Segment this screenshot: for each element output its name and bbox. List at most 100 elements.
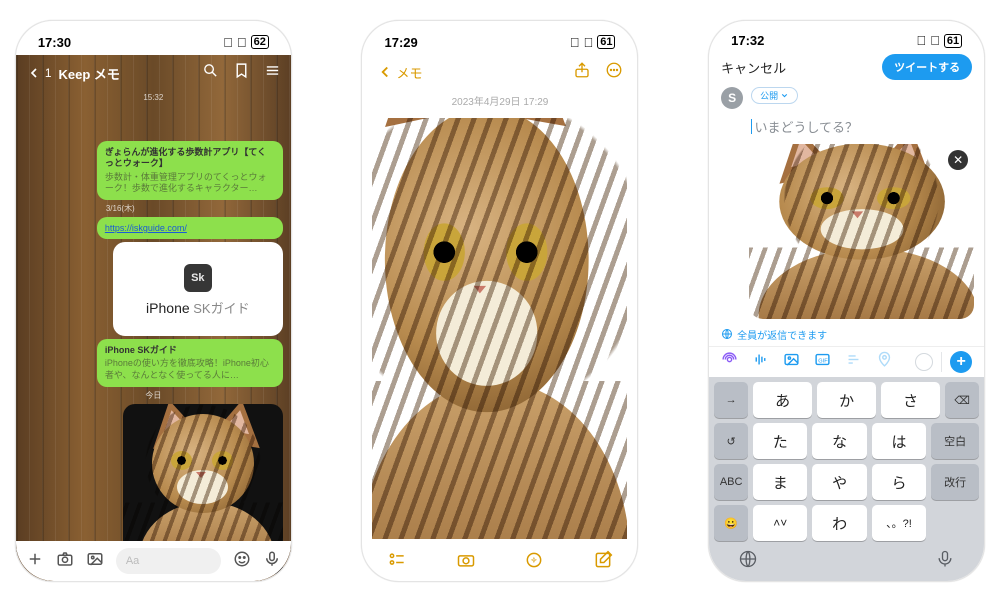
lp-badge-icon: Sk (184, 264, 212, 292)
back-button[interactable]: メモ (376, 63, 422, 82)
bookmark-icon[interactable] (233, 62, 250, 84)
back-label: メモ (396, 63, 422, 82)
battery-icon: 61 (944, 34, 962, 48)
chat-date: 今日 (16, 390, 291, 401)
avatar[interactable]: S (721, 87, 743, 109)
char-count-ring-icon (915, 353, 933, 371)
battery-icon: 61 (597, 35, 615, 49)
note-date: 2023年4月29日 17:29 (362, 93, 637, 108)
status-bar: 17:29 􀙇 􀙈 61 (362, 21, 637, 55)
wifi-icon: 􀙈 (583, 35, 593, 50)
plus-icon[interactable] (26, 550, 44, 573)
key[interactable]: わ (812, 505, 866, 541)
status-bar: 17:32 􀙇 􀙈 61 (709, 21, 984, 52)
keyboard: → あ か さ ⌫ ↺ た な は 空白 ABC ま や ら 改行 😀 ˄˅ わ… (709, 377, 984, 581)
menu-icon[interactable] (264, 62, 281, 84)
more-icon[interactable] (605, 61, 623, 84)
cancel-button[interactable]: キャンセル (721, 58, 786, 77)
compose-toolbar: GIF + (709, 346, 984, 377)
key[interactable]: や (812, 464, 866, 500)
msg-link[interactable]: https://iskguide.com/ (105, 223, 187, 233)
key[interactable]: は (872, 423, 926, 459)
chat-header: 1 Keep メモ (16, 55, 291, 91)
key[interactable]: あ (753, 382, 812, 418)
notes-toolbar (362, 543, 637, 581)
key-emoji[interactable]: 😀 (714, 505, 748, 541)
message-bubble[interactable]: iPhone SKガイド iPhoneの使い方を徹底攻略！iPhone初心者や、… (97, 339, 283, 387)
key[interactable]: 、。?! (872, 505, 926, 541)
compose-placeholder: いまどうしてる？ (754, 120, 858, 135)
key[interactable]: ˄˅ (753, 505, 807, 541)
key[interactable]: た (753, 423, 807, 459)
poll-icon[interactable] (845, 351, 862, 373)
prev-time: 15:32 (16, 93, 291, 102)
gallery-icon[interactable] (86, 550, 104, 573)
link-preview[interactable]: Sk iPhone SKガイド (113, 242, 283, 336)
message-input[interactable]: Aa (116, 548, 221, 574)
message-bubble[interactable]: https://iskguide.com/ (97, 217, 283, 239)
wifi-icon: 􀙈 (237, 35, 247, 50)
key[interactable]: か (817, 382, 876, 418)
msg-desc: 歩数計・体重管理アプリのてくっとウォーク！歩数で進化するキャラクター… (105, 172, 275, 195)
phone-line: 17:30 􀙇 􀙈 62 1 Keep メモ 15:32 ぎょらんが進化する歩数… (15, 20, 292, 582)
back-button[interactable]: 1 Keep メモ (26, 64, 120, 83)
note-image[interactable] (372, 118, 627, 539)
share-icon[interactable] (573, 61, 591, 84)
search-icon[interactable] (202, 62, 219, 84)
voice-icon[interactable] (752, 351, 769, 373)
image-icon[interactable] (783, 351, 800, 373)
signal-icon: 􀙇 (223, 35, 233, 50)
key-delete[interactable]: ⌫ (945, 382, 979, 418)
status-bar: 17:30 􀙇 􀙈 62 (16, 21, 291, 55)
signal-icon: 􀙇 (570, 35, 580, 50)
message-bubble[interactable]: ぎょらんが進化する歩数計アプリ【てくっとウォーク】 歩数計・体重管理アプリのてく… (97, 141, 283, 200)
phone-twitter: 17:32 􀙇 􀙈 61 キャンセル ツイートする S 公開 いまどうしてる？ … (708, 20, 985, 582)
chat-body: 1 Keep メモ 15:32 ぎょらんが進化する歩数計アプリ【てくっとウォーク… (16, 55, 291, 581)
add-tweet-button[interactable]: + (950, 351, 972, 373)
gif-icon[interactable]: GIF (814, 351, 831, 373)
key-next[interactable]: → (714, 382, 748, 418)
tweet-button[interactable]: ツイートする (882, 54, 972, 80)
reply-setting[interactable]: 全員が返信できます (721, 327, 972, 342)
key[interactable]: さ (881, 382, 940, 418)
camera-icon[interactable] (456, 550, 476, 575)
signal-icon: 􀙇 (916, 33, 926, 48)
chat-date: 3/16(木) (106, 203, 291, 214)
mic-icon[interactable] (263, 550, 281, 573)
wifi-icon: 􀙈 (930, 33, 940, 48)
location-icon[interactable] (876, 351, 893, 373)
svg-text:GIF: GIF (818, 358, 828, 364)
battery-icon: 62 (251, 35, 269, 49)
attached-image[interactable]: ✕ (749, 144, 974, 319)
key-space[interactable]: 空白 (931, 423, 979, 459)
key-abc[interactable]: ABC (714, 464, 748, 500)
compose-icon[interactable] (593, 550, 613, 575)
key[interactable]: ま (753, 464, 807, 500)
remove-image-icon[interactable]: ✕ (948, 150, 968, 170)
clock: 17:32 (731, 33, 764, 48)
key-return[interactable]: 改行 (931, 464, 979, 500)
emoji-icon[interactable] (233, 550, 251, 573)
compose-nav: キャンセル ツイートする (709, 52, 984, 82)
key[interactable]: な (812, 423, 866, 459)
compose-input[interactable]: いまどうしてる？ (751, 117, 984, 136)
globe-icon[interactable] (738, 549, 758, 574)
msg-title: iPhone SKガイド (105, 345, 275, 356)
draw-icon[interactable] (524, 550, 544, 575)
notes-nav: メモ (362, 55, 637, 89)
key[interactable]: ら (872, 464, 926, 500)
msg-desc: iPhoneの使い方を徹底攻略！iPhone初心者や、なんとなく使ってる人に… (105, 358, 275, 381)
msg-title: ぎょらんが進化する歩数計アプリ【てくっとウォーク】 (105, 147, 275, 170)
audience-selector[interactable]: 公開 (751, 87, 798, 104)
camera-icon[interactable] (56, 550, 74, 573)
checklist-icon[interactable] (387, 550, 407, 575)
lp-title: iPhone SKガイド (113, 298, 283, 318)
mic-icon[interactable] (935, 549, 955, 574)
chat-title: Keep メモ (59, 64, 120, 83)
spaces-icon[interactable] (721, 351, 738, 373)
clock: 17:30 (38, 35, 71, 50)
back-count: 1 (45, 66, 52, 80)
chat-input-bar: Aa (16, 541, 291, 581)
phone-notes: 17:29 􀙇 􀙈 61 メモ 2023年4月29日 17:29 (361, 20, 638, 582)
key-undo[interactable]: ↺ (714, 423, 748, 459)
